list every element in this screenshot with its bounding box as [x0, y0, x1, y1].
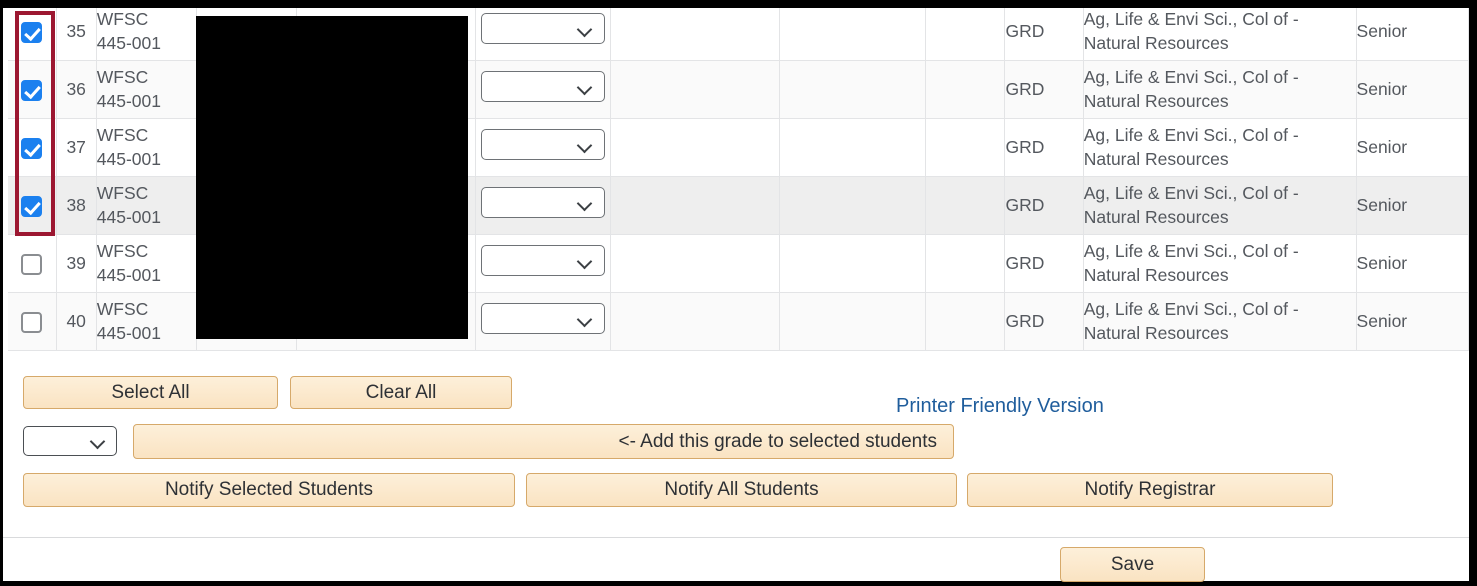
blank-cell-2: [779, 176, 927, 235]
row-number-cell: 40: [56, 292, 97, 351]
notify-registrar-button[interactable]: Notify Registrar: [967, 473, 1333, 507]
blank-cell-1: [610, 176, 780, 235]
row-number-cell: 39: [56, 234, 97, 293]
row-checkbox[interactable]: [21, 137, 43, 159]
grading-basis-cell: GRD: [1004, 292, 1084, 351]
blank-cell-1: [610, 234, 780, 293]
college-major-cell: Ag, Life & Envi Sci., Col of - Natural Re…: [1083, 4, 1357, 61]
course-cell: WFSC 445-001: [96, 234, 198, 293]
blank-cell-2: [779, 292, 927, 351]
grade-select-cell[interactable]: [475, 118, 612, 177]
row-checkbox[interactable]: [21, 195, 43, 217]
college-major-cell: Ag, Life & Envi Sci., Col of - Natural Re…: [1083, 292, 1357, 351]
row-select-cell[interactable]: [8, 234, 57, 293]
top-clipped-row-redaction: [3, 4, 1469, 8]
row-checkbox[interactable]: [21, 21, 43, 43]
blank-cell-3: [925, 176, 1006, 235]
class-level-cell: Senior: [1356, 176, 1469, 235]
college-major-cell: Ag, Life & Envi Sci., Col of - Natural Re…: [1083, 176, 1357, 235]
college-major-cell: Ag, Life & Envi Sci., Col of - Natural Re…: [1083, 118, 1357, 177]
blank-cell-1: [610, 292, 780, 351]
course-cell: WFSC 445-001: [96, 60, 198, 119]
blank-cell-2: [779, 118, 927, 177]
grade-select-cell[interactable]: [475, 176, 612, 235]
page-frame: 35 WFSC 445-001 GRD Ag, Life & Envi Sci., Co…: [0, 0, 1477, 586]
blank-cell-1: [610, 118, 780, 177]
grading-basis-cell: GRD: [1004, 60, 1084, 119]
blank-cell-1: [610, 4, 780, 61]
clear-all-button[interactable]: Clear All: [290, 376, 512, 409]
grade-select-cell[interactable]: [475, 4, 612, 61]
blank-cell-3: [925, 234, 1006, 293]
class-level-cell: Senior: [1356, 234, 1469, 293]
row-number-cell: 38: [56, 176, 97, 235]
footer-divider: [3, 537, 1469, 538]
class-level-cell: Senior: [1356, 292, 1469, 351]
grading-basis-cell: GRD: [1004, 176, 1084, 235]
grading-basis-cell: GRD: [1004, 4, 1084, 61]
row-checkbox[interactable]: [21, 311, 43, 333]
row-select-cell[interactable]: [8, 292, 57, 351]
class-level-cell: Senior: [1356, 60, 1469, 119]
grade-select-cell[interactable]: [475, 234, 612, 293]
blank-cell-2: [779, 60, 927, 119]
row-select-cell[interactable]: [8, 176, 57, 235]
course-cell: WFSC 445-001: [96, 118, 198, 177]
row-number-cell: 36: [56, 60, 97, 119]
college-major-cell: Ag, Life & Envi Sci., Col of - Natural Re…: [1083, 234, 1357, 293]
printer-friendly-version-link[interactable]: Printer Friendly Version: [896, 395, 1104, 418]
row-grade-select[interactable]: [481, 244, 606, 276]
course-cell: WFSC 445-001: [96, 4, 198, 61]
row-grade-select[interactable]: [481, 128, 606, 160]
row-checkbox[interactable]: [21, 79, 43, 101]
save-button[interactable]: Save: [1060, 547, 1205, 582]
row-grade-select[interactable]: [481, 302, 606, 334]
row-grade-select[interactable]: [481, 186, 606, 218]
blank-cell-3: [925, 292, 1006, 351]
class-level-cell: Senior: [1356, 4, 1469, 61]
college-major-cell: Ag, Life & Envi Sci., Col of - Natural Re…: [1083, 60, 1357, 119]
grade-select-cell[interactable]: [475, 60, 612, 119]
blank-cell-3: [925, 4, 1006, 61]
select-all-button[interactable]: Select All: [23, 376, 278, 409]
blank-cell-1: [610, 60, 780, 119]
course-cell: WFSC 445-001: [96, 176, 198, 235]
row-select-cell[interactable]: [8, 118, 57, 177]
page-inner: 35 WFSC 445-001 GRD Ag, Life & Envi Sci., Co…: [3, 4, 1469, 582]
grading-basis-cell: GRD: [1004, 234, 1084, 293]
row-select-cell[interactable]: [8, 4, 57, 61]
row-checkbox[interactable]: [21, 253, 43, 275]
notify-all-students-button[interactable]: Notify All Students: [526, 473, 957, 507]
grading-basis-cell: GRD: [1004, 118, 1084, 177]
row-grade-select[interactable]: [481, 12, 606, 44]
row-grade-select[interactable]: [481, 70, 606, 102]
add-grade-to-selected-button[interactable]: <- Add this grade to selected students: [133, 424, 954, 459]
bulk-grade-select[interactable]: [23, 426, 117, 456]
blank-cell-3: [925, 60, 1006, 119]
student-info-redaction-block: [196, 16, 468, 339]
grade-select-cell[interactable]: [475, 292, 612, 351]
row-number-cell: 35: [56, 4, 97, 61]
class-level-cell: Senior: [1356, 118, 1469, 177]
row-number-cell: 37: [56, 118, 97, 177]
blank-cell-2: [779, 234, 927, 293]
blank-cell-2: [779, 4, 927, 61]
row-select-cell[interactable]: [8, 60, 57, 119]
notify-selected-students-button[interactable]: Notify Selected Students: [23, 473, 515, 507]
blank-cell-3: [925, 118, 1006, 177]
course-cell: WFSC 445-001: [96, 292, 198, 351]
